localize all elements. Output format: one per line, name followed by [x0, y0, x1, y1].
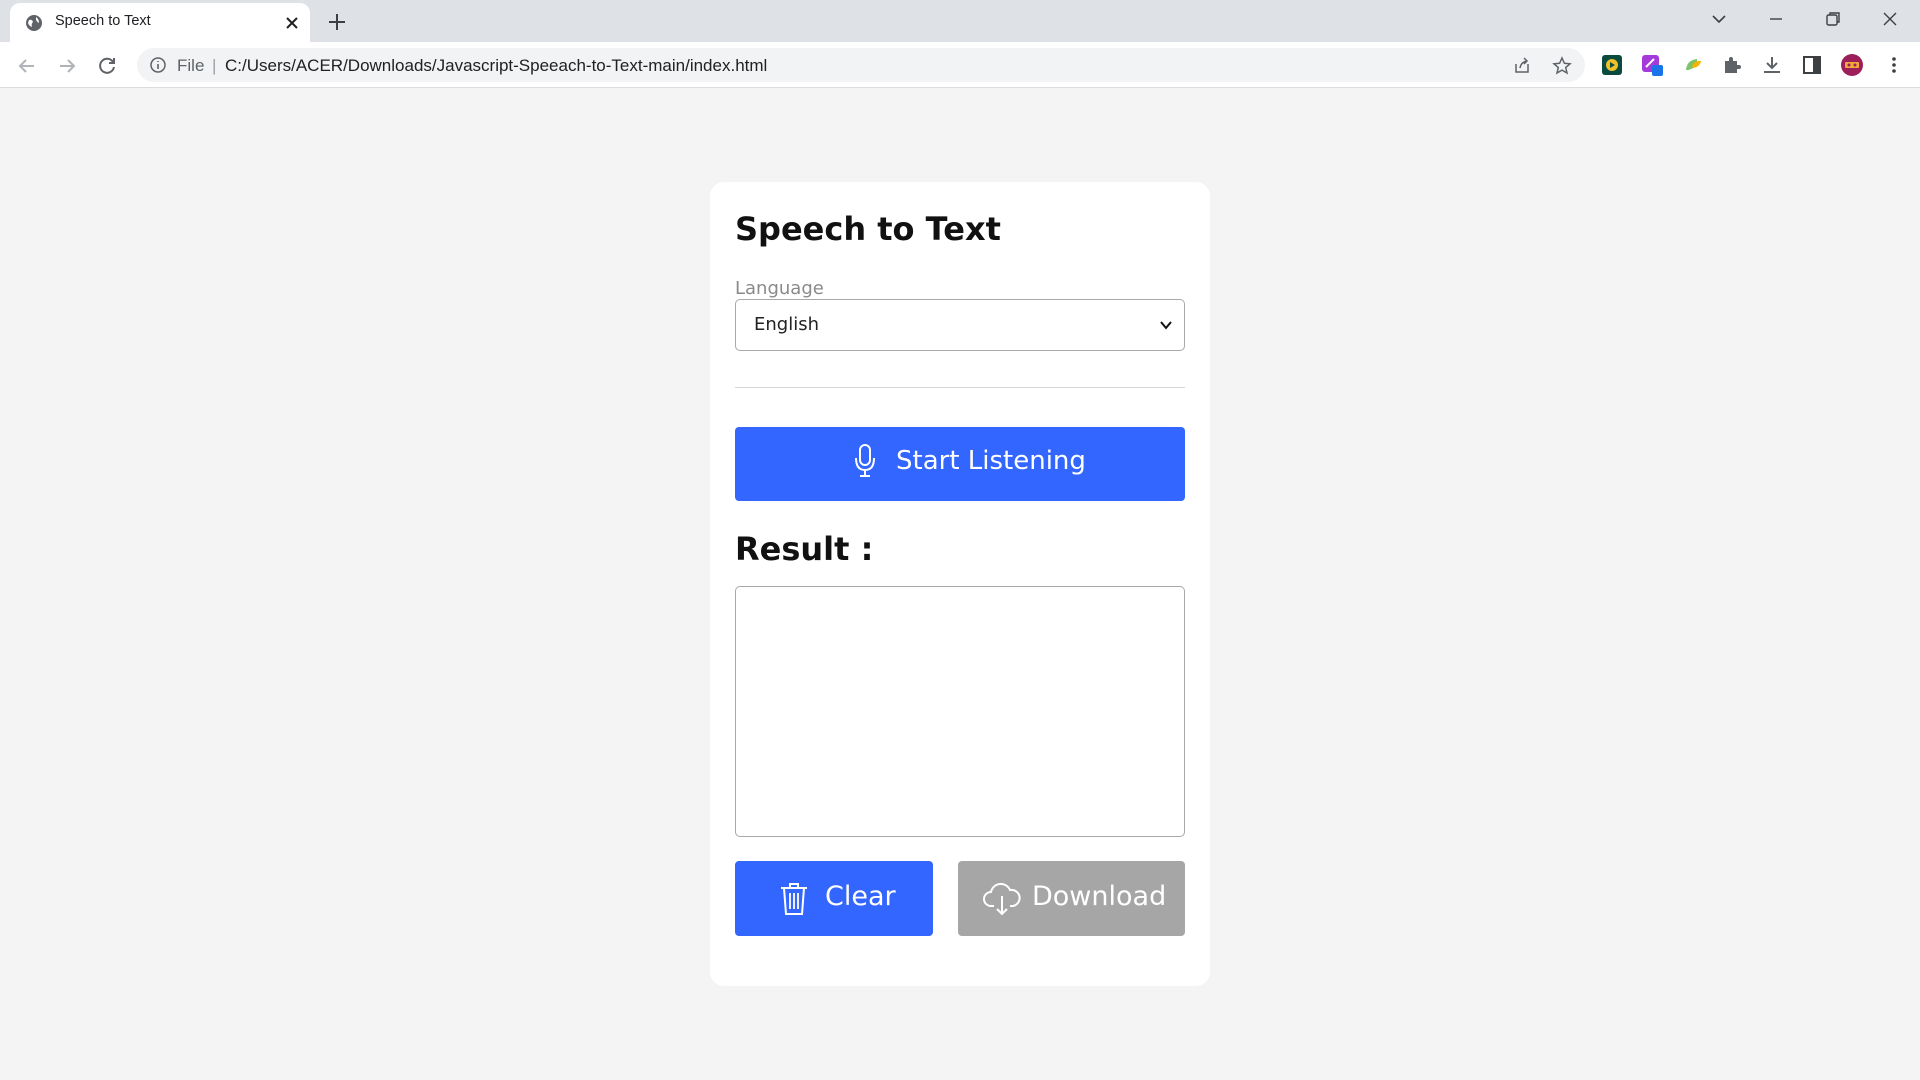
- extension-media-icon[interactable]: [1600, 53, 1624, 77]
- reload-icon[interactable]: [95, 54, 119, 78]
- clear-button[interactable]: Clear: [735, 861, 933, 936]
- restore-icon[interactable]: [1823, 9, 1843, 29]
- language-selected-value: English: [754, 314, 819, 335]
- start-listening-label: Start Listening: [896, 446, 1086, 476]
- cloud-download-icon: [983, 882, 1021, 916]
- download-button[interactable]: Download: [958, 861, 1185, 936]
- browser-tab[interactable]: Speech to Text: [10, 3, 310, 42]
- info-icon[interactable]: [149, 56, 167, 74]
- address-bar[interactable]: File | C:/Users/ACER/Downloads/Javascrip…: [137, 48, 1585, 82]
- minimize-icon[interactable]: [1766, 9, 1786, 29]
- extension-leaf-icon[interactable]: [1681, 53, 1705, 77]
- close-tab-icon[interactable]: [283, 14, 301, 32]
- address-scheme: File: [177, 56, 205, 75]
- address-url[interactable]: C:/Users/ACER/Downloads/Javascript-Speea…: [225, 56, 767, 76]
- result-textarea[interactable]: [735, 586, 1185, 837]
- start-listening-button[interactable]: Start Listening: [735, 427, 1185, 501]
- profile-avatar-icon[interactable]: [1840, 53, 1864, 77]
- language-select[interactable]: English: [735, 299, 1185, 351]
- close-window-icon[interactable]: [1880, 9, 1900, 29]
- extension-color-icon[interactable]: [1640, 53, 1664, 77]
- side-panel-icon[interactable]: [1800, 53, 1824, 77]
- language-label: Language: [735, 278, 824, 299]
- download-label: Download: [1032, 881, 1167, 912]
- chevron-down-icon: [1160, 321, 1172, 330]
- divider: [735, 387, 1185, 388]
- extensions-puzzle-icon[interactable]: [1720, 53, 1744, 77]
- trash-icon: [781, 883, 807, 915]
- tab-search-chevron-icon[interactable]: [1709, 9, 1729, 29]
- tab-title: Speech to Text: [55, 13, 151, 29]
- new-tab-icon[interactable]: [326, 11, 348, 33]
- share-icon[interactable]: [1512, 56, 1532, 76]
- browser-toolbar: File | C:/Users/ACER/Downloads/Javascrip…: [0, 42, 1920, 88]
- address-separator: |: [212, 56, 217, 75]
- page-title: Speech to Text: [735, 210, 1001, 248]
- browser-tab-strip: Speech to Text: [0, 0, 1920, 42]
- download-icon[interactable]: [1760, 53, 1784, 77]
- globe-icon: [26, 15, 42, 31]
- speech-card: Speech to Text Language English Start Li…: [710, 182, 1210, 986]
- back-arrow-icon[interactable]: [15, 54, 39, 78]
- bookmark-star-icon[interactable]: [1552, 56, 1572, 76]
- result-heading: Result :: [735, 530, 874, 568]
- microphone-icon: [855, 444, 875, 477]
- kebab-menu-icon[interactable]: [1882, 53, 1906, 77]
- clear-label: Clear: [825, 881, 896, 912]
- forward-arrow-icon[interactable]: [55, 54, 79, 78]
